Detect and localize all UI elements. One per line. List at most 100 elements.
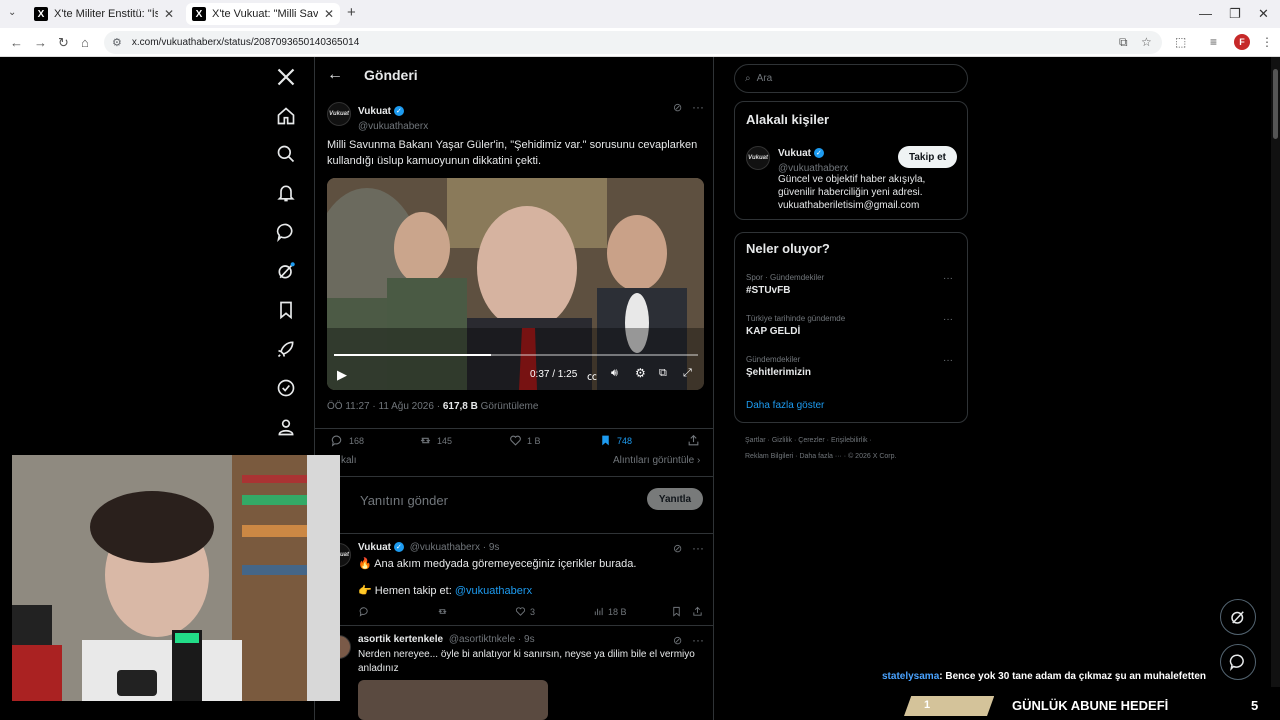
messages-floating-button[interactable] [1220,644,1256,680]
grok-explain-icon[interactable]: ⊘ [673,634,682,647]
subscriber-goal-bar: 1 GÜNLÜK ABUNE HEDEFİ 5 [904,696,1280,716]
grok-floating-button[interactable] [1220,599,1256,635]
page-scrollbar[interactable] [1271,57,1280,687]
like-button[interactable]: 1 B [509,434,541,447]
tab-search-icon[interactable]: ⌄ [8,7,16,18]
close-tab-icon[interactable]: ✕ [164,7,174,21]
x-favicon-icon: X [34,7,48,21]
close-tab-icon[interactable]: ✕ [324,7,334,21]
back-icon[interactable]: ← [10,35,23,50]
settings-gear-icon[interactable]: ⚙ [635,366,646,380]
reload-icon[interactable]: ↻ [58,35,69,51]
more-options-icon[interactable]: ··· [692,541,704,555]
video-progress-track[interactable] [334,354,698,356]
grok-explain-icon[interactable]: ⊘ [673,542,682,555]
bookmark-icon [673,606,680,617]
messages-icon[interactable] [274,220,298,244]
reply-input[interactable]: Yanıtını gönder [360,493,448,508]
author-avatar[interactable]: Vukuat [327,102,351,126]
play-icon[interactable]: ▶ [337,367,347,383]
follow-button[interactable]: Takip et [898,146,957,168]
tab-vukuat[interactable]: X X'te Vukuat: "Milli Savunma Bak ✕ [186,3,340,25]
explore-search-icon[interactable] [274,142,298,166]
trend-more-icon[interactable]: ··· [943,273,953,284]
volume-icon[interactable]: 🔊︎ [611,367,618,380]
author-name[interactable]: Vukuat [358,106,391,117]
grok-explain-icon[interactable]: ⊘ [673,101,682,114]
reply-item[interactable]: asortik kertenkele @asortiktnkele · 9s ⊘… [315,626,713,720]
trend-more-icon[interactable]: ··· [943,314,953,325]
share-button[interactable] [687,434,700,447]
trend-item[interactable]: #STUvFB [746,285,790,296]
trend-item[interactable]: KAP GELDİ [746,326,800,337]
grok-icon[interactable] [274,259,298,283]
rocket-icon[interactable] [274,337,298,361]
post-timestamp[interactable]: ÖÖ 11:27 · 11 Ağu 2026 · [327,401,440,412]
video-time: 0:37 / 1:25 [530,369,578,380]
goal-current: 1 [924,699,931,711]
tab-militer-enstitu[interactable]: X X'te Militer Enstitü: "İstanbul'da ✕ [28,3,180,25]
x-logo-icon[interactable] [274,65,298,89]
trend-item[interactable]: Şehitlerimizin [746,367,811,378]
search-input[interactable]: ⌕ Ara [734,64,968,93]
reply-submit-button[interactable]: Yanıtla [647,488,703,510]
footer-links[interactable]: Şartlar · Gizlilik · Çerezler · Erişileb… [745,437,872,444]
reply-button[interactable]: 168 [331,434,364,447]
related-name[interactable]: Vukuat [778,148,811,159]
video-player[interactable]: ▶ 0:37 / 1:25 ㏄ 🔊︎ ⚙ ⧉ ⤢ [327,178,704,390]
notifications-bell-icon[interactable] [274,181,298,205]
address-bar[interactable]: ⚙ x.com/vukuathaberx/status/208709365014… [104,31,1162,54]
extensions-icon[interactable]: ⬚ [1175,35,1186,49]
minimize-icon[interactable]: — [1199,6,1212,21]
reply-repost-button[interactable] [437,606,448,617]
footer-links[interactable]: Reklam Bilgileri · Daha fazla ··· · © 20… [745,453,896,460]
profile-icon[interactable] [274,415,298,439]
media-controls-icon[interactable]: ≡ [1210,35,1217,49]
bookmark-star-icon[interactable]: ☆ [1141,35,1152,49]
home-icon[interactable]: ⌂ [81,35,89,50]
reply-handle[interactable]: @asortiktnkele · 9s [449,634,535,645]
trend-more-icon[interactable]: ··· [943,355,953,366]
bookmarks-icon[interactable] [274,298,298,322]
restore-icon[interactable]: ❐ [1229,6,1241,22]
repost-button[interactable]: 145 [419,434,452,447]
related-bio: Güncel ve objektif haber akışıyla, güven… [778,173,925,212]
more-options-icon[interactable]: ··· [692,100,704,114]
mention-link[interactable]: @vukuathaberx [455,585,532,597]
fullscreen-icon[interactable]: ⤢ [683,367,692,380]
install-app-icon[interactable]: ⧉ [1119,35,1128,50]
profile-avatar[interactable]: F [1234,34,1250,50]
card-title: Alakalı kişiler [746,112,830,127]
new-tab-button[interactable]: + [347,4,356,21]
back-arrow-icon[interactable]: ← [327,66,343,84]
reply-media-preview[interactable] [358,680,548,720]
reply-icon [359,607,368,617]
show-more-link[interactable]: Daha fazla göster [746,400,824,411]
scrollbar-thumb[interactable] [1273,69,1278,139]
reply-item[interactable]: Vukuat Vukuat✓ @vukuathaberx · 9s ⊘ ··· … [315,534,713,625]
author-handle[interactable]: @vukuathaberx [358,121,428,132]
bookmark-button[interactable]: 748 [599,434,632,447]
more-options-icon[interactable]: ··· [692,633,704,647]
reply-handle[interactable]: @vukuathaberx · 9s [410,542,500,553]
close-window-icon[interactable]: ✕ [1258,6,1269,22]
reply-bookmark-button[interactable] [671,606,682,617]
repost-icon [438,609,447,614]
site-info-icon[interactable]: ⚙ [112,36,122,49]
forward-icon[interactable]: → [34,35,47,50]
reply-views[interactable]: 18 B [593,606,627,617]
page-title: Gönderi [364,67,418,83]
reply-reply-button[interactable] [359,606,370,617]
captions-icon[interactable]: ㏄ [587,368,597,383]
sort-dropdown[interactable]: kalı [341,455,357,466]
pip-icon[interactable]: ⧉ [659,367,667,380]
menu-icon[interactable]: ⋮ [1261,35,1273,49]
reply-like-button[interactable]: 3 [515,606,535,617]
reply-author-name[interactable]: asortik kertenkele [358,634,443,645]
reply-share-button[interactable] [692,606,703,617]
reply-author-name[interactable]: Vukuat [358,542,391,553]
view-quotes-link[interactable]: Alıntıları görüntüle [613,455,694,466]
related-avatar[interactable]: Vukuat [746,146,770,170]
verified-icon[interactable] [274,376,298,400]
home-icon[interactable] [274,104,298,128]
